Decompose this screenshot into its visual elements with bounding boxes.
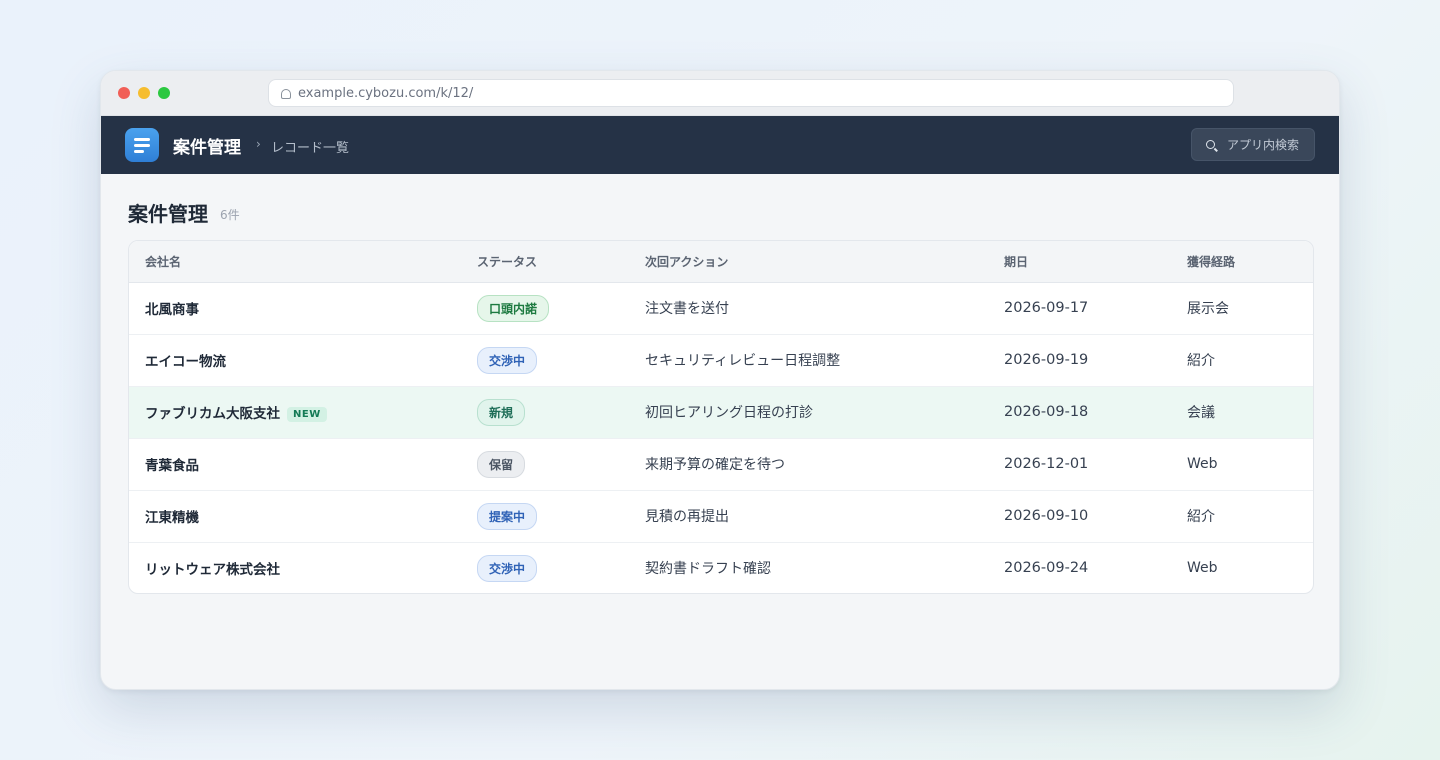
status-badge: 提案中 — [477, 502, 538, 530]
company-name[interactable]: エイコー物流 — [145, 354, 226, 370]
next-action: 来期予算の確定を待つ — [645, 457, 785, 473]
column-header-next-action[interactable]: 次回アクション — [645, 241, 1004, 283]
table-row[interactable]: エイコー物流 交渉中 セキュリティレビュー日程調整 2026-09-19 紹介 — [129, 333, 1313, 386]
address-bar[interactable]: example.cybozu.com/k/12/ — [268, 79, 1234, 107]
company-name[interactable]: ファブリカム大阪支社 — [145, 406, 280, 422]
table-row[interactable]: リットウェア株式会社 交渉中 契約書ドラフト確認 2026-09-24 Web — [129, 541, 1313, 593]
acquisition-channel: 紹介 — [1187, 353, 1215, 369]
table-row[interactable]: 江東精機 提案中 見積の再提出 2026-09-10 紹介 — [129, 489, 1313, 542]
app-search-label: アプリ内検索 — [1227, 138, 1300, 152]
table-row[interactable]: 北風商事 口頭内諾 注文書を送付 2026-09-17 展示会 — [129, 282, 1313, 334]
due-date: 2026-09-18 — [1004, 404, 1089, 420]
status-badge: 交渉中 — [477, 346, 538, 374]
next-action: 見積の再提出 — [645, 509, 729, 525]
lock-icon — [281, 88, 291, 99]
new-badge: NEW — [287, 407, 327, 422]
close-window-button[interactable] — [118, 87, 130, 99]
column-header-status[interactable]: ステータス — [477, 241, 645, 283]
company-name[interactable]: 江東精機 — [145, 510, 199, 526]
table-row[interactable]: 青葉食品 保留 来期予算の確定を待つ 2026-12-01 Web — [129, 437, 1313, 490]
company-name[interactable]: リットウェア株式会社 — [145, 562, 280, 578]
acquisition-channel: 会議 — [1187, 405, 1215, 421]
next-action: 注文書を送付 — [645, 301, 729, 317]
company-name[interactable]: 北風商事 — [145, 302, 199, 318]
acquisition-channel: Web — [1187, 560, 1218, 577]
minimize-window-button[interactable] — [138, 87, 150, 99]
column-header-company[interactable]: 会社名 — [129, 241, 477, 283]
due-date: 2026-09-19 — [1004, 352, 1089, 368]
acquisition-channel: 紹介 — [1187, 509, 1215, 525]
url-text: example.cybozu.com/k/12/ — [298, 85, 474, 101]
due-date: 2026-09-24 — [1004, 560, 1089, 577]
due-date: 2026-09-17 — [1004, 300, 1089, 316]
company-name[interactable]: 青葉食品 — [145, 458, 199, 474]
app-logo-icon[interactable] — [125, 128, 159, 162]
next-action: セキュリティレビュー日程調整 — [645, 353, 841, 369]
browser-window: example.cybozu.com/k/12/ 案件管理 › レコード一覧 ア… — [100, 70, 1340, 690]
app-header: 案件管理 › レコード一覧 アプリ内検索 — [101, 116, 1339, 174]
table-header-row: 会社名 ステータス 次回アクション 期日 獲得経路 — [129, 241, 1313, 283]
next-action: 初回ヒアリング日程の打診 — [645, 405, 813, 421]
status-badge: 口頭内諾 — [477, 294, 550, 322]
next-action: 契約書ドラフト確認 — [645, 561, 771, 578]
record-count: 6件 — [220, 208, 240, 222]
table-row[interactable]: ファブリカム大阪支社 NEW 新規 初回ヒアリング日程の打診 2026-09-18… — [129, 385, 1313, 438]
breadcrumb-record-list[interactable]: レコード一覧 — [271, 137, 349, 156]
page-title: 案件管理 — [128, 202, 208, 226]
maximize-window-button[interactable] — [158, 87, 170, 99]
column-header-due-date[interactable]: 期日 — [1004, 241, 1187, 283]
search-icon — [1206, 140, 1215, 149]
status-badge: 保留 — [477, 450, 526, 478]
due-date: 2026-09-10 — [1004, 508, 1089, 524]
status-badge: 新規 — [477, 398, 526, 426]
column-header-channel[interactable]: 獲得経路 — [1187, 241, 1313, 283]
breadcrumb-chevron-icon: › — [256, 137, 261, 151]
due-date: 2026-12-01 — [1004, 456, 1089, 472]
app-search-button[interactable]: アプリ内検索 — [1191, 128, 1315, 161]
acquisition-channel: 展示会 — [1187, 301, 1229, 317]
app-title[interactable]: 案件管理 — [173, 133, 241, 158]
records-table: 会社名 ステータス 次回アクション 期日 獲得経路 北風商事 口頭内諾 注文書を… — [128, 240, 1314, 594]
status-badge: 交渉中 — [477, 554, 538, 582]
browser-chrome: example.cybozu.com/k/12/ — [101, 71, 1339, 116]
acquisition-channel: Web — [1187, 456, 1218, 472]
